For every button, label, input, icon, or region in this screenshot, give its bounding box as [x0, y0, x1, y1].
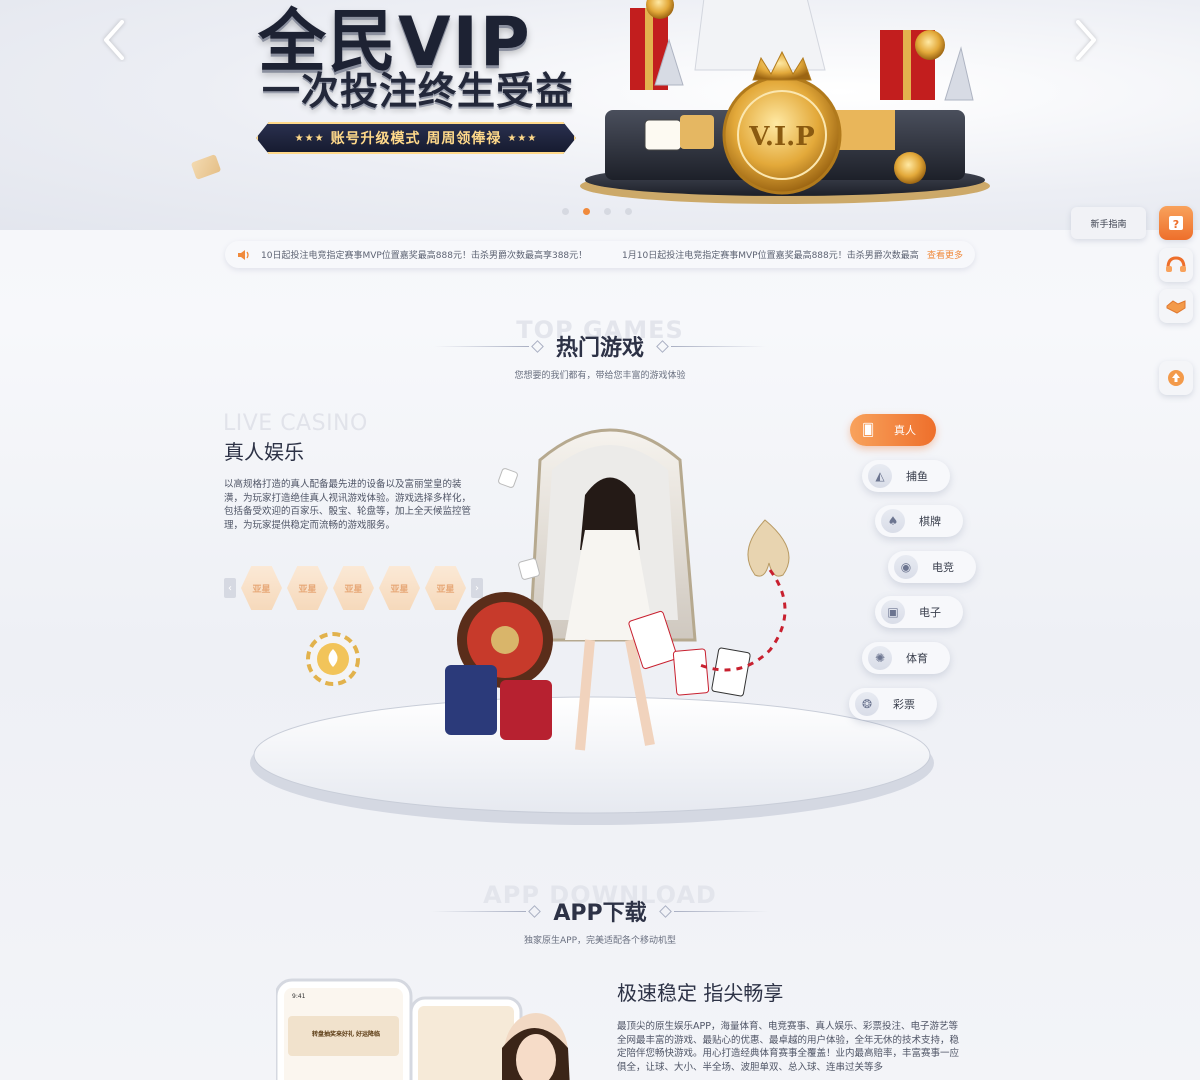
banner-next-arrow-icon[interactable]: [1070, 18, 1102, 62]
gamepad-icon: ◉: [894, 555, 918, 579]
medal-text: V.I.P: [748, 122, 814, 152]
slot-icon: ▣: [881, 600, 905, 624]
headset-icon: [1166, 256, 1186, 272]
view-more-link[interactable]: 查看更多: [927, 248, 963, 261]
banner-dot[interactable]: [604, 208, 611, 215]
customer-service-button[interactable]: [1159, 248, 1193, 282]
provider-prev-button[interactable]: ‹: [224, 578, 236, 598]
category-esports[interactable]: ◉ 电竞: [888, 551, 976, 583]
lottery-icon: ❂: [855, 692, 879, 716]
banner-subline: 一次投注终生受益: [262, 69, 575, 113]
app-feature-description: 最顶尖的原生娱乐APP，海量体育、电竞赛事、真人娱乐、彩票投注、电子游艺等全网最…: [617, 1021, 960, 1073]
banner-prev-arrow-icon[interactable]: [98, 18, 130, 62]
phone-banner-text: 转盘抽奖来好礼 好运降临: [312, 1030, 380, 1038]
speaker-icon: [238, 249, 249, 260]
provider-logo[interactable]: 亚星: [379, 566, 420, 610]
banner-ribbon: ★★★ 账号升级模式 周周领俸禄 ★★★: [256, 122, 576, 154]
page: 全民VIP 一次投注终生受益 ★★★ 账号升级模式 周周领俸禄 ★★★ V.I.…: [0, 0, 1200, 1080]
category-label: 棋牌: [919, 515, 941, 528]
fish-icon: ◭: [868, 464, 892, 488]
heading-divider: [673, 910, 769, 912]
live-casino-title: 真人娱乐: [224, 440, 304, 464]
banner-pagination: [562, 208, 632, 215]
announcement-marquee[interactable]: 10日起投注电竞指定赛事MVP位置嘉奖最高888元！击杀男爵次数最高享388元！…: [261, 248, 919, 261]
heading-divider: [671, 345, 766, 347]
gold-flake-decoration: [190, 154, 222, 180]
phone-status-time: 9:41: [292, 993, 306, 1000]
cards-icon: 🂠: [861, 423, 875, 437]
category-label: 电子: [919, 606, 941, 619]
poker-chip-icon: [306, 632, 360, 686]
beginner-guide-button[interactable]: 新手指南: [1071, 207, 1146, 239]
category-label: 电竞: [932, 561, 954, 574]
announcement-text: 10日起投注电竞指定赛事MVP位置嘉奖最高888元！击杀男爵次数最高享388元！: [261, 251, 588, 261]
hot-games-subtitle: 您想要的我们都有，带给您丰富的游戏体验: [514, 371, 686, 381]
help-button[interactable]: ?: [1159, 206, 1193, 240]
provider-logo[interactable]: 亚星: [287, 566, 328, 610]
category-label: 真人: [894, 424, 916, 437]
svg-text:?: ?: [1173, 218, 1179, 231]
app-download-title: APP下载: [553, 901, 647, 926]
chess-icon: ♠: [881, 509, 905, 533]
hot-games-title: 热门游戏: [555, 336, 644, 361]
arrow-up-icon: [1168, 370, 1184, 386]
vip-throne-illustration: V.I.P: [580, 0, 990, 204]
ribbon-stars-left: ★★★: [294, 132, 325, 144]
app-phone-mockups: 9:41 转盘抽奖来好礼 好运降临: [276, 978, 570, 1080]
back-to-top-button[interactable]: [1159, 361, 1193, 395]
app-download-subtitle: 独家原生APP，完美适配各个移动机型: [523, 936, 676, 946]
category-chess-cards[interactable]: ♠ 棋牌: [875, 505, 963, 537]
category-sports[interactable]: ✺ 体育: [862, 642, 950, 674]
handshake-icon: [1166, 300, 1186, 314]
category-live-casino[interactable]: 🂠 真人: [850, 414, 936, 446]
heading-divider: [433, 345, 529, 347]
app-download-heading: APP DOWNLOAD APP下载 独家原生APP，完美适配各个移动机型: [0, 883, 1200, 946]
banner-dot[interactable]: [583, 208, 590, 215]
partner-button[interactable]: [1159, 289, 1193, 323]
banner-dot[interactable]: [562, 208, 569, 215]
question-icon: ?: [1169, 216, 1183, 231]
banner-dot[interactable]: [625, 208, 632, 215]
category-fishing[interactable]: ◭ 捕鱼: [862, 460, 950, 492]
announcement-bar: 10日起投注电竞指定赛事MVP位置嘉奖最高888元！击杀男爵次数最高享388元！…: [225, 241, 975, 268]
ribbon-text: 账号升级模式 周周领俸禄: [330, 131, 502, 147]
category-slots[interactable]: ▣ 电子: [875, 596, 963, 628]
announcement-text: 1月10日起投注电竞指定赛事MVP位置嘉奖最高888元！击杀男爵次数最高享388: [622, 251, 919, 261]
category-lottery[interactable]: ❂ 彩票: [849, 688, 937, 720]
live-casino-ghost-text: LIVE CASINO: [223, 411, 368, 436]
promo-banner[interactable]: 全民VIP 一次投注终生受益 ★★★ 账号升级模式 周周领俸禄 ★★★ V.I.…: [0, 0, 1200, 230]
app-feature-heading: 极速稳定 指尖畅享: [617, 981, 784, 1005]
provider-logo[interactable]: 亚星: [241, 566, 282, 610]
heading-divider: [431, 910, 527, 912]
hot-games-heading: TOP GAMES 热门游戏 您想要的我们都有，带给您丰富的游戏体验: [0, 318, 1200, 381]
category-label: 体育: [906, 652, 928, 665]
provider-logo[interactable]: 亚星: [333, 566, 374, 610]
ball-icon: ✺: [868, 646, 892, 670]
category-label: 彩票: [893, 698, 915, 711]
category-label: 捕鱼: [906, 470, 928, 483]
ribbon-stars-right: ★★★: [507, 132, 538, 144]
live-dealer-illustration: [445, 428, 790, 751]
